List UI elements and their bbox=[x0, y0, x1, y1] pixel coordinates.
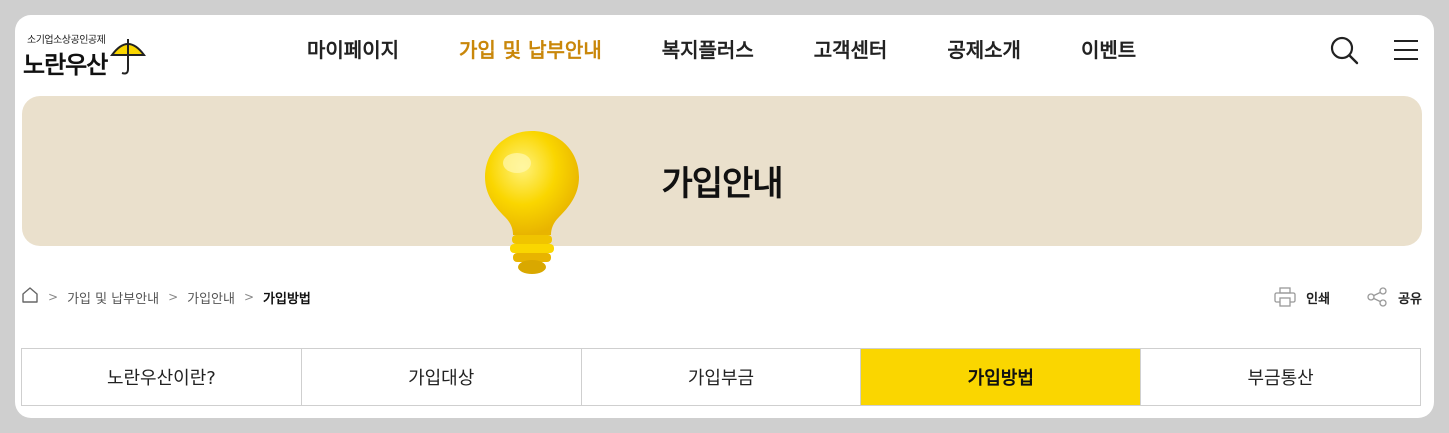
chevron-right-icon: > bbox=[168, 290, 179, 304]
logo-subtitle: 소기업소상공인공제 bbox=[27, 35, 106, 46]
breadcrumb-item-join[interactable]: 가입 및 납부안내 bbox=[67, 288, 159, 307]
print-button[interactable]: 인쇄 bbox=[1274, 287, 1330, 307]
tab-eligibility[interactable]: 가입대상 bbox=[302, 349, 582, 405]
page-tools: 인쇄 공유 bbox=[1238, 285, 1422, 309]
tab-about-yellow-umbrella[interactable]: 노란우산이란? bbox=[22, 349, 302, 405]
hamburger-menu-icon[interactable] bbox=[1393, 38, 1419, 62]
breadcrumb-item-guide[interactable]: 가입안내 bbox=[187, 288, 235, 307]
tab-premium[interactable]: 가입부금 bbox=[582, 349, 862, 405]
page-banner: 가입안내 bbox=[22, 96, 1422, 246]
tab-how-to-join[interactable]: 가입방법 bbox=[861, 349, 1142, 405]
site-logo[interactable]: 소기업소상공인공제 노란우산 bbox=[23, 25, 153, 85]
nav-item-event[interactable]: 이벤트 bbox=[1051, 33, 1166, 67]
nav-item-about[interactable]: 공제소개 bbox=[917, 33, 1051, 67]
printer-icon bbox=[1274, 287, 1296, 307]
share-label: 공유 bbox=[1398, 291, 1422, 307]
share-button[interactable]: 공유 bbox=[1366, 287, 1422, 307]
logo-title: 노란우산 bbox=[23, 51, 108, 79]
page-title: 가입안내 bbox=[661, 164, 783, 204]
main-nav: 마이페이지 가입 및 납부안내 복지플러스 고객센터 공제소개 이벤트 bbox=[277, 33, 1166, 67]
share-icon bbox=[1367, 287, 1387, 307]
nav-item-join[interactable]: 가입 및 납부안내 bbox=[429, 33, 632, 67]
chevron-right-icon: > bbox=[243, 290, 255, 304]
chevron-right-icon: > bbox=[48, 290, 59, 304]
nav-item-mypage[interactable]: 마이페이지 bbox=[277, 33, 429, 67]
nav-item-welfare[interactable]: 복지플러스 bbox=[632, 33, 784, 67]
sub-tabs: 노란우산이란? 가입대상 가입부금 가입방법 부금통산 bbox=[21, 348, 1421, 406]
page-frame: 소기업소상공인공제 노란우산 마이페이지 가입 및 납부안내 복지플러스 고객센… bbox=[15, 15, 1434, 418]
breadcrumb-item-current: 가입방법 bbox=[263, 291, 311, 307]
breadcrumb: > 가입 및 납부안내 > 가입안내 > 가입방법 bbox=[21, 285, 311, 309]
search-icon[interactable] bbox=[1329, 35, 1359, 65]
nav-item-customer-center[interactable]: 고객센터 bbox=[784, 33, 918, 67]
tab-premium-aggregation[interactable]: 부금통산 bbox=[1141, 349, 1420, 405]
home-icon[interactable] bbox=[21, 286, 39, 308]
umbrella-icon bbox=[110, 39, 146, 75]
lightbulb-icon bbox=[477, 123, 587, 287]
print-label: 인쇄 bbox=[1306, 291, 1331, 307]
